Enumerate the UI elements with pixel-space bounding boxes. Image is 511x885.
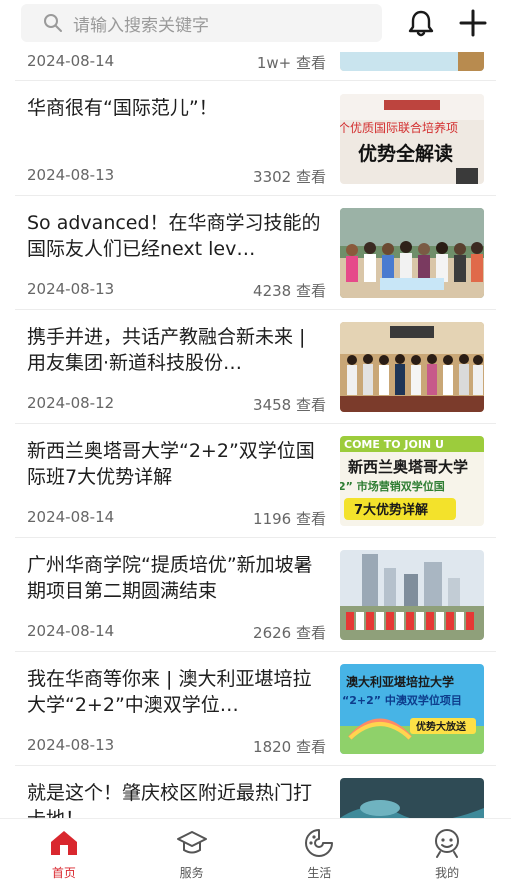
news-thumbnail: 个优质国际联合培养项 优势全解读 — [340, 94, 484, 184]
tab-label: 生活 — [307, 866, 332, 880]
news-item[interactable]: 就是这个！肇庆校区附近最热门打卡地！ — [15, 766, 496, 818]
plus-icon[interactable] — [458, 8, 488, 38]
search-icon — [44, 14, 62, 32]
search-placeholder: 请输入搜索关键字 — [73, 15, 209, 36]
tab-home[interactable]: 首页 — [0, 819, 128, 885]
user-face-icon — [435, 829, 460, 858]
thumb-caption: 7大优势详解 — [354, 502, 428, 518]
news-views: 1820 查看 — [253, 738, 326, 756]
thumb-caption: 新西兰奥塔哥大学 — [348, 458, 468, 476]
tab-mine[interactable]: 我的 — [383, 819, 511, 885]
news-date: 2024-08-14 — [27, 52, 115, 70]
thumb-caption: 优势全解读 — [358, 142, 453, 165]
thumb-caption: “2+2” 中澳双学位项目 — [342, 693, 462, 707]
news-date: 2024-08-14 — [27, 622, 115, 640]
life-icon — [305, 829, 334, 857]
news-views: 2626 查看 — [253, 624, 326, 642]
news-title: 我在华商等你来 | 澳大利亚堪培拉大学“2+2”中澳双学位… — [27, 668, 312, 716]
thumb-caption: 个优质国际联合培养项 — [340, 120, 458, 135]
bell-icon[interactable] — [406, 8, 436, 38]
news-title: So advanced！在华商学习技能的国际友人们已经next lev… — [27, 212, 321, 260]
thumb-caption: 2” 市场营销双学位国 — [340, 479, 445, 493]
news-views: 4238 查看 — [253, 282, 326, 300]
news-thumbnail: COME TO JOIN U 新西兰奥塔哥大学 2” 市场营销双学位国 7大优势… — [340, 436, 484, 526]
news-date: 2024-08-12 — [27, 394, 115, 412]
news-item[interactable]: 携手并进，共话产教融合新未来 | 用友集团·新道科技股份… 2024-08-12… — [15, 310, 496, 424]
tab-service[interactable]: 服务 — [128, 819, 256, 885]
tab-label: 我的 — [435, 866, 460, 880]
news-date: 2024-08-13 — [27, 280, 115, 298]
news-title: 华商很有“国际范儿”！ — [27, 97, 218, 119]
news-item[interactable]: 我在华商等你来 | 澳大利亚堪培拉大学“2+2”中澳双学位… 2024-08-1… — [15, 652, 496, 766]
thumb-caption: 优势大放送 — [416, 720, 467, 733]
news-thumbnail — [340, 778, 484, 818]
tab-label: 首页 — [51, 866, 76, 880]
graduation-cap-icon — [176, 831, 207, 854]
news-date: 2024-08-13 — [27, 736, 115, 754]
news-views: 3302 查看 — [253, 168, 326, 186]
news-item[interactable]: 华商很有“国际范儿”！ 2024-08-13 3302 查看 个优质国际联合培养… — [15, 81, 496, 196]
news-item[interactable]: So advanced！在华商学习技能的国际友人们已经next lev… 202… — [15, 196, 496, 310]
news-date: 2024-08-14 — [27, 508, 115, 526]
news-views: 1196 查看 — [253, 510, 326, 528]
news-thumbnail: 澳大利亚堪培拉大学 “2+2” 中澳双学位项目 优势大放送 — [340, 664, 484, 754]
news-thumbnail — [340, 550, 484, 640]
tab-life[interactable]: 生活 — [256, 819, 384, 885]
news-thumbnail — [340, 322, 484, 412]
news-views: 3458 查看 — [253, 396, 326, 414]
news-title: 就是这个！肇庆校区附近最热门打卡地！ — [27, 782, 313, 818]
thumb-caption: 澳大利亚堪培拉大学 — [346, 674, 454, 689]
news-views: 1w+ 查看 — [256, 54, 326, 72]
tab-label: 服务 — [179, 866, 204, 880]
news-thumbnail — [340, 208, 484, 298]
top-bar: 请输入搜索关键字 — [0, 0, 511, 52]
news-title: 广州华商学院“提质培优”新加坡暑期项目第二期圆满结束 — [27, 554, 313, 602]
news-date: 2024-08-13 — [27, 166, 115, 184]
news-title: 新西兰奥塔哥大学“2+2”双学位国际班7大优势详解 — [27, 440, 315, 488]
home-icon — [50, 831, 77, 855]
news-item[interactable]: 新西兰奥塔哥大学“2+2”双学位国际班7大优势详解 2024-08-14 119… — [15, 424, 496, 538]
news-item[interactable]: 广州华商学院“提质培优”新加坡暑期项目第二期圆满结束 2024-08-14 26… — [15, 538, 496, 652]
bottom-tab-bar: 首页 服务 生活 我的 — [0, 818, 511, 885]
news-feed[interactable]: 2024-08-14 1w+ 查看 华商很有“国际范儿”！ 2024-08-13… — [0, 0, 511, 818]
news-title: 携手并进，共话产教融合新未来 | 用友集团·新道科技股份… — [27, 326, 306, 374]
thumb-caption: COME TO JOIN U — [344, 438, 444, 451]
search-input[interactable]: 请输入搜索关键字 — [21, 4, 382, 42]
